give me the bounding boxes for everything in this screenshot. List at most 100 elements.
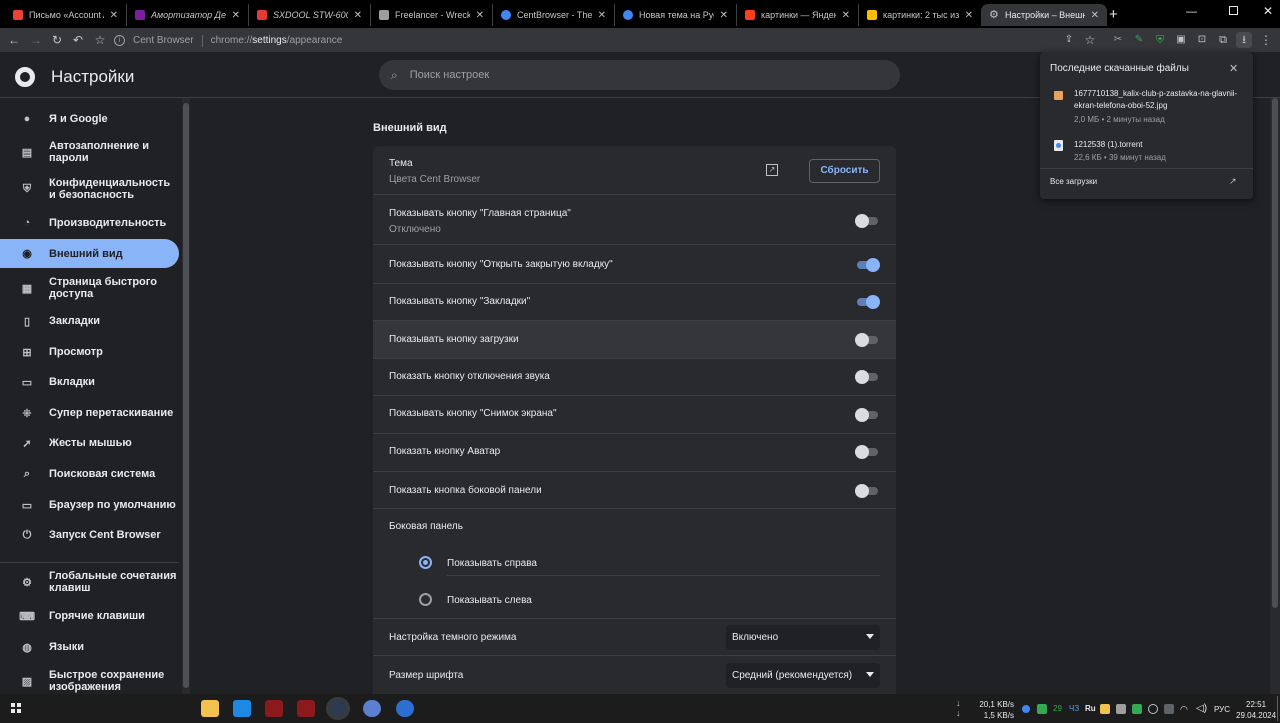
tray-language-indicator[interactable]: Ru [1085, 704, 1096, 713]
wifi-icon[interactable]: ◠ [1180, 704, 1188, 715]
sidebar-item-hotkeys[interactable]: ⌨ Горячие клавиши [0, 605, 179, 627]
sidebar-item-performance[interactable]: ◔ Производительность [0, 212, 179, 234]
setting-row-home-button[interactable]: Показывать кнопку "Главная страница" Отк… [373, 196, 896, 245]
sidebar-item-you-and-google[interactable]: ● Я и Google [0, 108, 179, 130]
star-icon[interactable]: ☆ [92, 32, 108, 48]
windows-start-icon[interactable] [11, 703, 21, 713]
taskbar-app-icon[interactable] [297, 700, 315, 717]
extensions-puzzle-icon[interactable]: ⧉ [1215, 32, 1231, 48]
close-icon[interactable]: ✕ [598, 10, 606, 21]
bookmarks-button-toggle[interactable] [855, 295, 880, 309]
browser-tab[interactable]: Амортизатор Демп✕ [127, 4, 249, 26]
sidebar-item-languages[interactable]: ◍ Языки [0, 636, 179, 658]
sidebar-item-mouse-gestures[interactable]: ➚ Жесты мышью [0, 432, 179, 454]
setting-row-avatar-button[interactable]: Показать кнопку Аватар [373, 434, 896, 472]
sidebar-item-tabs[interactable]: ▭ Вкладки [0, 371, 179, 393]
taskbar-app-icon[interactable] [233, 700, 251, 717]
close-icon[interactable]: ✕ [842, 10, 850, 21]
browser-tab[interactable]: SXDOOL STW-6002 4✕ [249, 4, 371, 26]
browser-tab[interactable]: Письмо «Account Ac✕ [5, 4, 127, 26]
tray-shield-icon[interactable] [1132, 704, 1142, 714]
browser-tab[interactable]: Freelancer - Wrecks F✕ [371, 4, 493, 26]
open-external-icon[interactable]: ↗ [1229, 176, 1237, 187]
sidebar-item-appearance[interactable]: ◉ Внешний вид [0, 239, 179, 268]
avatar-button-toggle[interactable] [855, 445, 880, 459]
setting-row-download-button[interactable]: Показывать кнопку загрузки [373, 321, 896, 359]
close-icon[interactable]: ✕ [476, 10, 484, 21]
clock[interactable]: 22:51 29.04.2024 [1236, 699, 1276, 721]
setting-row-bookmarks-button[interactable]: Показывать кнопку "Закладки" [373, 284, 896, 321]
setting-row-reopen-tab[interactable]: Показывать кнопку "Открыть закрытую вкла… [373, 246, 896, 284]
reset-theme-button[interactable]: Сбросить [809, 159, 880, 183]
download-icon[interactable]: ⭳ [1236, 32, 1252, 48]
font-size-select[interactable]: Средний (рекомендуется) [726, 663, 880, 688]
sidebar-item-autofill[interactable]: ▤ Автозаполнение и пароли [0, 140, 179, 164]
setting-row-mute-button[interactable]: Показать кнопку отключения звука [373, 359, 896, 396]
file-explorer-icon[interactable] [201, 700, 219, 717]
sidebar-item-default-browser[interactable]: ▭ Браузер по умолчанию [0, 494, 179, 516]
keyboard-language[interactable]: РУС [1214, 705, 1230, 714]
tray-app-icon[interactable] [1037, 704, 1047, 714]
share-icon[interactable]: ⇪ [1061, 32, 1077, 48]
close-window-button[interactable]: ✕ [1263, 4, 1273, 18]
tray-app-icon[interactable] [1116, 704, 1126, 714]
sidebar-item-super-drag[interactable]: ⁜ Супер перетаскивание [0, 402, 179, 424]
open-external-icon[interactable]: ↗ [766, 164, 778, 176]
reopen-tab-toggle[interactable] [855, 258, 880, 272]
restore-button[interactable] [1229, 6, 1238, 15]
tray-app-icon[interactable] [1164, 704, 1174, 714]
home-button-toggle[interactable] [855, 214, 880, 228]
close-icon[interactable]: ✕ [720, 10, 728, 21]
setting-row-side-panel-button[interactable]: Показать кнопка боковой панели [373, 472, 896, 509]
close-icon[interactable]: ✕ [354, 10, 362, 21]
browser-tab-active[interactable]: ⚙Настройки – Внешний✕ [981, 4, 1107, 26]
sidebar-item-privacy[interactable]: ⛨ Конфиденциальность и безопасность [0, 177, 179, 201]
tray-app-icon[interactable] [1148, 704, 1158, 714]
reload-icon[interactable]: ↻ [49, 32, 65, 48]
taskbar-app-icon[interactable] [396, 700, 414, 717]
volume-icon[interactable]: ◁) [1196, 703, 1207, 714]
taskbar-app-icon[interactable] [265, 700, 283, 717]
setting-row-screenshot-button[interactable]: Показывать кнопку "Снимок экрана" [373, 396, 896, 434]
download-filename[interactable]: 1677710138_kalix-club-p-zastavka-na-glav… [1074, 88, 1239, 112]
back-icon[interactable]: ← [6, 32, 22, 48]
dark-mode-select[interactable]: Включено [726, 625, 880, 650]
cent-browser-taskbar-icon[interactable] [329, 700, 347, 717]
sidebar-item-bookmarks[interactable]: ▯ Закладки [0, 310, 179, 332]
close-icon[interactable]: ✕ [1229, 62, 1238, 75]
browser-tab[interactable]: Новая тема на Русск✕ [615, 4, 737, 26]
all-downloads-link[interactable]: Все загрузки [1050, 177, 1097, 186]
taskbar-app-icon[interactable] [363, 700, 381, 717]
menu-icon[interactable]: ⋮ [1258, 32, 1274, 48]
bookmark-star-icon[interactable]: ☆ [1082, 32, 1098, 48]
download-button-toggle[interactable] [855, 333, 880, 347]
close-icon[interactable]: ✕ [232, 10, 240, 21]
side-panel-left-label[interactable]: Показывать слева [447, 595, 532, 606]
tray-app-icon[interactable] [1022, 705, 1030, 713]
sidebar-item-global-shortcuts[interactable]: ⚙ Глобальные сочетания клавиш [0, 570, 179, 594]
side-panel-right-radio[interactable] [419, 556, 432, 569]
info-icon[interactable]: i [114, 35, 125, 46]
show-desktop-button[interactable] [1277, 696, 1278, 721]
close-icon[interactable]: ✕ [1091, 10, 1099, 21]
forward-icon[interactable]: → [28, 32, 44, 48]
sidebar-scrollbar-thumb[interactable] [183, 103, 189, 688]
side-panel-left-radio[interactable] [419, 593, 432, 606]
screenshot-button-toggle[interactable] [855, 408, 880, 422]
extension-icon[interactable]: ✂ [1110, 32, 1126, 48]
shield-extension-icon[interactable]: ⛨ [1152, 32, 1168, 48]
sidebar-item-view[interactable]: ⊞ Просмотр [0, 341, 179, 363]
sidebar-item-speed-dial[interactable]: ▦ Страница быстрого доступа [0, 276, 179, 300]
mute-button-toggle[interactable] [855, 370, 880, 384]
side-panel-button-toggle[interactable] [855, 484, 880, 498]
minimize-button[interactable]: — [1186, 6, 1197, 18]
close-icon[interactable]: ✕ [110, 10, 118, 21]
browser-tab[interactable]: CentBrowser - The Mi✕ [493, 4, 615, 26]
close-icon[interactable]: ✕ [965, 10, 973, 21]
address-bar[interactable]: i Cent Browser chrome://settings/appeara… [114, 31, 1084, 50]
extension-icon[interactable]: ▣ [1173, 32, 1189, 48]
sidebar-item-startup[interactable]: ⏻ Запуск Cent Browser [0, 524, 179, 546]
browser-tab[interactable]: картинки: 2 тыс изоб✕ [859, 4, 981, 26]
download-filename[interactable]: 1212538 (1).torrent [1074, 140, 1143, 149]
side-panel-right-label[interactable]: Показывать справа [447, 558, 537, 569]
